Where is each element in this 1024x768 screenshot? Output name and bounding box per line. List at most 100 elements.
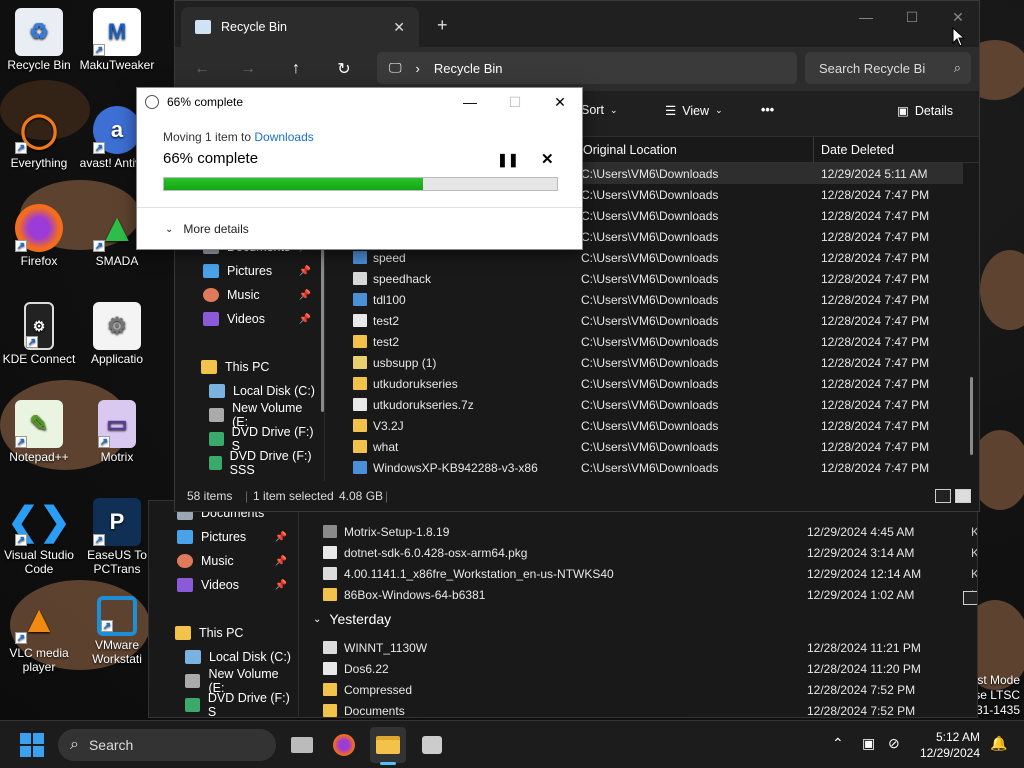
network-disconnected-icon[interactable]: ⊘ bbox=[888, 735, 900, 752]
nav-label: Videos bbox=[201, 578, 239, 592]
table-row[interactable]: tdl100 C:\Users\VM6\Downloads 12/28/2024 7… bbox=[335, 289, 963, 310]
nav-scrollbar[interactable] bbox=[321, 237, 324, 412]
list-item[interactable]: 4.00.1141.1_x86fre_Workstation_en-us-NTW… bbox=[323, 563, 977, 584]
minimize-button[interactable]: — bbox=[843, 1, 889, 33]
table-row[interactable]: utkudorukseries.7z C:\Users\VM6\Downloads… bbox=[335, 394, 963, 415]
table-row[interactable]: test2 C:\Users\VM6\Downloads 12/28/2024 7:… bbox=[335, 331, 963, 352]
list-item[interactable]: Dos6.22 12/28/2024 11:20 PM bbox=[323, 658, 977, 679]
more-details-button[interactable]: ⌄ More details bbox=[165, 222, 249, 236]
back-nav-music[interactable]: Music 📌 bbox=[177, 549, 287, 573]
table-row[interactable]: test2 C:\Users\VM6\Downloads 12/28/2024 7:… bbox=[335, 310, 963, 331]
pause-button[interactable]: ❚❚ bbox=[497, 152, 519, 168]
row-original-location: C:\Users\VM6\Downloads bbox=[581, 167, 719, 181]
file-list-scrollbar[interactable] bbox=[970, 377, 973, 455]
desktop-icon-vlc[interactable]: ▲ ↗ VLC media player bbox=[0, 596, 82, 674]
taskbar-clock[interactable]: 5:12 AM 12/29/2024 bbox=[914, 729, 980, 761]
cancel-button[interactable]: ✕ bbox=[541, 150, 554, 168]
notification-tray-icon[interactable]: ▣ bbox=[862, 735, 875, 752]
background-explorer-window[interactable]: Documents Pictures 📌 Music 📌 Videos 📌 This … bbox=[148, 500, 978, 718]
sidebar-item-this-pc[interactable]: This PC bbox=[201, 355, 309, 379]
table-row[interactable]: V3.2J C:\Users\VM6\Downloads 12/28/2024 7:… bbox=[335, 415, 963, 436]
desktop-icon-recycle-bin[interactable]: ♻ Recycle Bin bbox=[0, 8, 82, 72]
list-item[interactable]: WINNT_1130W 12/28/2024 11:21 PM bbox=[323, 637, 977, 658]
more-options-button[interactable]: ••• bbox=[761, 103, 774, 117]
back-nav-pictures[interactable]: Pictures 📌 bbox=[177, 525, 287, 549]
back-nav-videos[interactable]: Videos 📌 bbox=[177, 573, 287, 597]
desktop-icon-motrix[interactable]: ▭ ↗ Motrix bbox=[74, 400, 160, 464]
sidebar-item-local-disk[interactable]: Local Disk (C:) bbox=[209, 379, 317, 403]
sidebar-item-dvd-drive[interactable]: DVD Drive (F:) S bbox=[209, 425, 317, 453]
taskbar-firefox[interactable] bbox=[326, 727, 362, 763]
taskbar-app[interactable] bbox=[414, 727, 450, 763]
file-icon bbox=[353, 377, 367, 390]
start-button[interactable] bbox=[20, 733, 44, 757]
up-button[interactable]: ↑ bbox=[281, 55, 311, 83]
notification-bell-icon[interactable]: 🔔 bbox=[990, 735, 1007, 752]
column-date-deleted[interactable]: Date Deleted bbox=[821, 143, 894, 157]
table-row[interactable]: usbsupp (1) C:\Users\VM6\Downloads 12/28/2… bbox=[335, 352, 963, 373]
list-item[interactable]: Documents 12/28/2024 7:52 PM bbox=[323, 700, 977, 717]
desktop-icon-notepadpp[interactable]: ✎ ↗ Notepad++ bbox=[0, 400, 82, 464]
forward-button[interactable]: → bbox=[233, 55, 263, 83]
row-name: usbsupp (1) bbox=[373, 356, 437, 370]
view-button[interactable]: ☰ View ⌄ bbox=[665, 103, 723, 119]
recycle-bin-window[interactable]: Recycle Bin ✕ + — ☐ ✕ ← → ↑ ↻ 🖵 › Recycl… bbox=[174, 0, 980, 512]
list-item[interactable]: 86Box-Windows-64-b6381 12/29/2024 1:02 AM… bbox=[323, 584, 977, 605]
tab-recycle-bin[interactable]: Recycle Bin ✕ bbox=[181, 7, 419, 47]
desktop-icon-vscode[interactable]: ❮❯ ↗ Visual Studio Code bbox=[0, 498, 82, 576]
desktop-icon-makutweaker[interactable]: M ↗ MakuTweaker bbox=[74, 8, 160, 72]
group-header-yesterday[interactable]: ⌄ Yesterday bbox=[313, 611, 391, 627]
drive-icon bbox=[185, 674, 201, 688]
table-row[interactable]: speedhack C:\Users\VM6\Downloads 12/28/202… bbox=[335, 268, 963, 289]
show-hidden-icons-chevron-up-icon[interactable]: ⌃ bbox=[832, 735, 844, 752]
list-item[interactable]: Motrix-Setup-1.8.19 12/29/2024 4:45 AM KB bbox=[323, 521, 977, 542]
move-progress-dialog[interactable]: 66% complete — ☐ ✕ Moving 1 item to Down… bbox=[136, 87, 583, 250]
back-nav-new-volume[interactable]: New Volume (E: bbox=[185, 667, 295, 695]
desktop-icon-label: Firefox bbox=[20, 254, 58, 268]
sidebar-item-music[interactable]: Music 📌 bbox=[203, 283, 311, 307]
close-tab-icon[interactable]: ✕ bbox=[393, 19, 405, 36]
destination-link[interactable]: Downloads bbox=[254, 130, 313, 144]
search-input[interactable]: Search Recycle Bi ⌕ bbox=[805, 52, 971, 84]
new-tab-button[interactable]: + bbox=[437, 15, 448, 36]
desktop-icon-everything[interactable]: ◯ ↗ Everything bbox=[0, 106, 82, 170]
refresh-button[interactable]: ↻ bbox=[329, 55, 359, 83]
column-original-location[interactable]: Original Location bbox=[583, 143, 677, 157]
file-icon bbox=[353, 419, 367, 432]
file-date: 12/29/2024 4:45 AM bbox=[807, 524, 915, 539]
details-view-button[interactable] bbox=[963, 591, 977, 605]
firefox-icon bbox=[333, 734, 355, 756]
details-view-button[interactable] bbox=[935, 489, 951, 503]
sidebar-item-pictures[interactable]: Pictures 📌 bbox=[203, 259, 311, 283]
tab-label: Recycle Bin bbox=[221, 20, 287, 34]
desktop-icon-application[interactable]: ⚙ Applicatio bbox=[74, 302, 160, 366]
maximize-button[interactable]: ☐ bbox=[889, 1, 935, 33]
list-item[interactable]: Compressed 12/28/2024 7:52 PM bbox=[323, 679, 977, 700]
list-item[interactable]: dotnet-sdk-6.0.428-osx-arm64.pkg 12/29/20… bbox=[323, 542, 977, 563]
back-nav-dvd-drive[interactable]: DVD Drive (F:) S bbox=[185, 691, 295, 717]
desktop-icon-kde-connect[interactable]: ⚙ ↗ KDE Connect bbox=[0, 302, 82, 366]
task-view-button[interactable] bbox=[284, 727, 320, 763]
tiles-view-button[interactable] bbox=[955, 489, 971, 503]
back-nav-local-disk[interactable]: Local Disk (C:) bbox=[185, 645, 295, 669]
avast-icon: a ↗ bbox=[93, 106, 141, 154]
sidebar-item-dvd-drive-2[interactable]: DVD Drive (F:) SSS bbox=[209, 451, 317, 475]
back-button[interactable]: ← bbox=[187, 55, 217, 83]
file-name: 86Box-Windows-64-b6381 bbox=[344, 587, 486, 602]
sidebar-item-new-volume[interactable]: New Volume (E: bbox=[209, 401, 317, 429]
desktop-icon-firefox[interactable]: ↗ Firefox bbox=[0, 204, 82, 268]
dialog-minimize-button[interactable]: — bbox=[447, 88, 493, 116]
taskbar-search[interactable]: ⌕ Search bbox=[58, 729, 276, 761]
back-nav-this-pc[interactable]: This PC bbox=[175, 621, 285, 645]
table-row[interactable]: WindowsXP-KB942288-v3-x86 C:\Users\VM6\Do… bbox=[335, 457, 963, 478]
table-row[interactable]: utkudorukseries C:\Users\VM6\Downloads 12/… bbox=[335, 373, 963, 394]
sort-button[interactable]: Sort ⌄ bbox=[581, 103, 617, 117]
sidebar-item-videos[interactable]: Videos 📌 bbox=[203, 307, 311, 331]
details-pane-button[interactable]: ▣ Details bbox=[897, 103, 953, 119]
taskbar-file-explorer[interactable] bbox=[370, 727, 406, 765]
table-row[interactable]: speed C:\Users\VM6\Downloads 12/28/2024 7:… bbox=[335, 247, 963, 268]
dialog-close-button[interactable]: ✕ bbox=[537, 88, 583, 116]
status-bar: 58 items | 1 item selected 4.08 GB | bbox=[175, 481, 979, 511]
table-row[interactable]: what C:\Users\VM6\Downloads 12/28/2024 7:4… bbox=[335, 436, 963, 457]
address-bar[interactable]: 🖵 › Recycle Bin bbox=[377, 52, 797, 84]
